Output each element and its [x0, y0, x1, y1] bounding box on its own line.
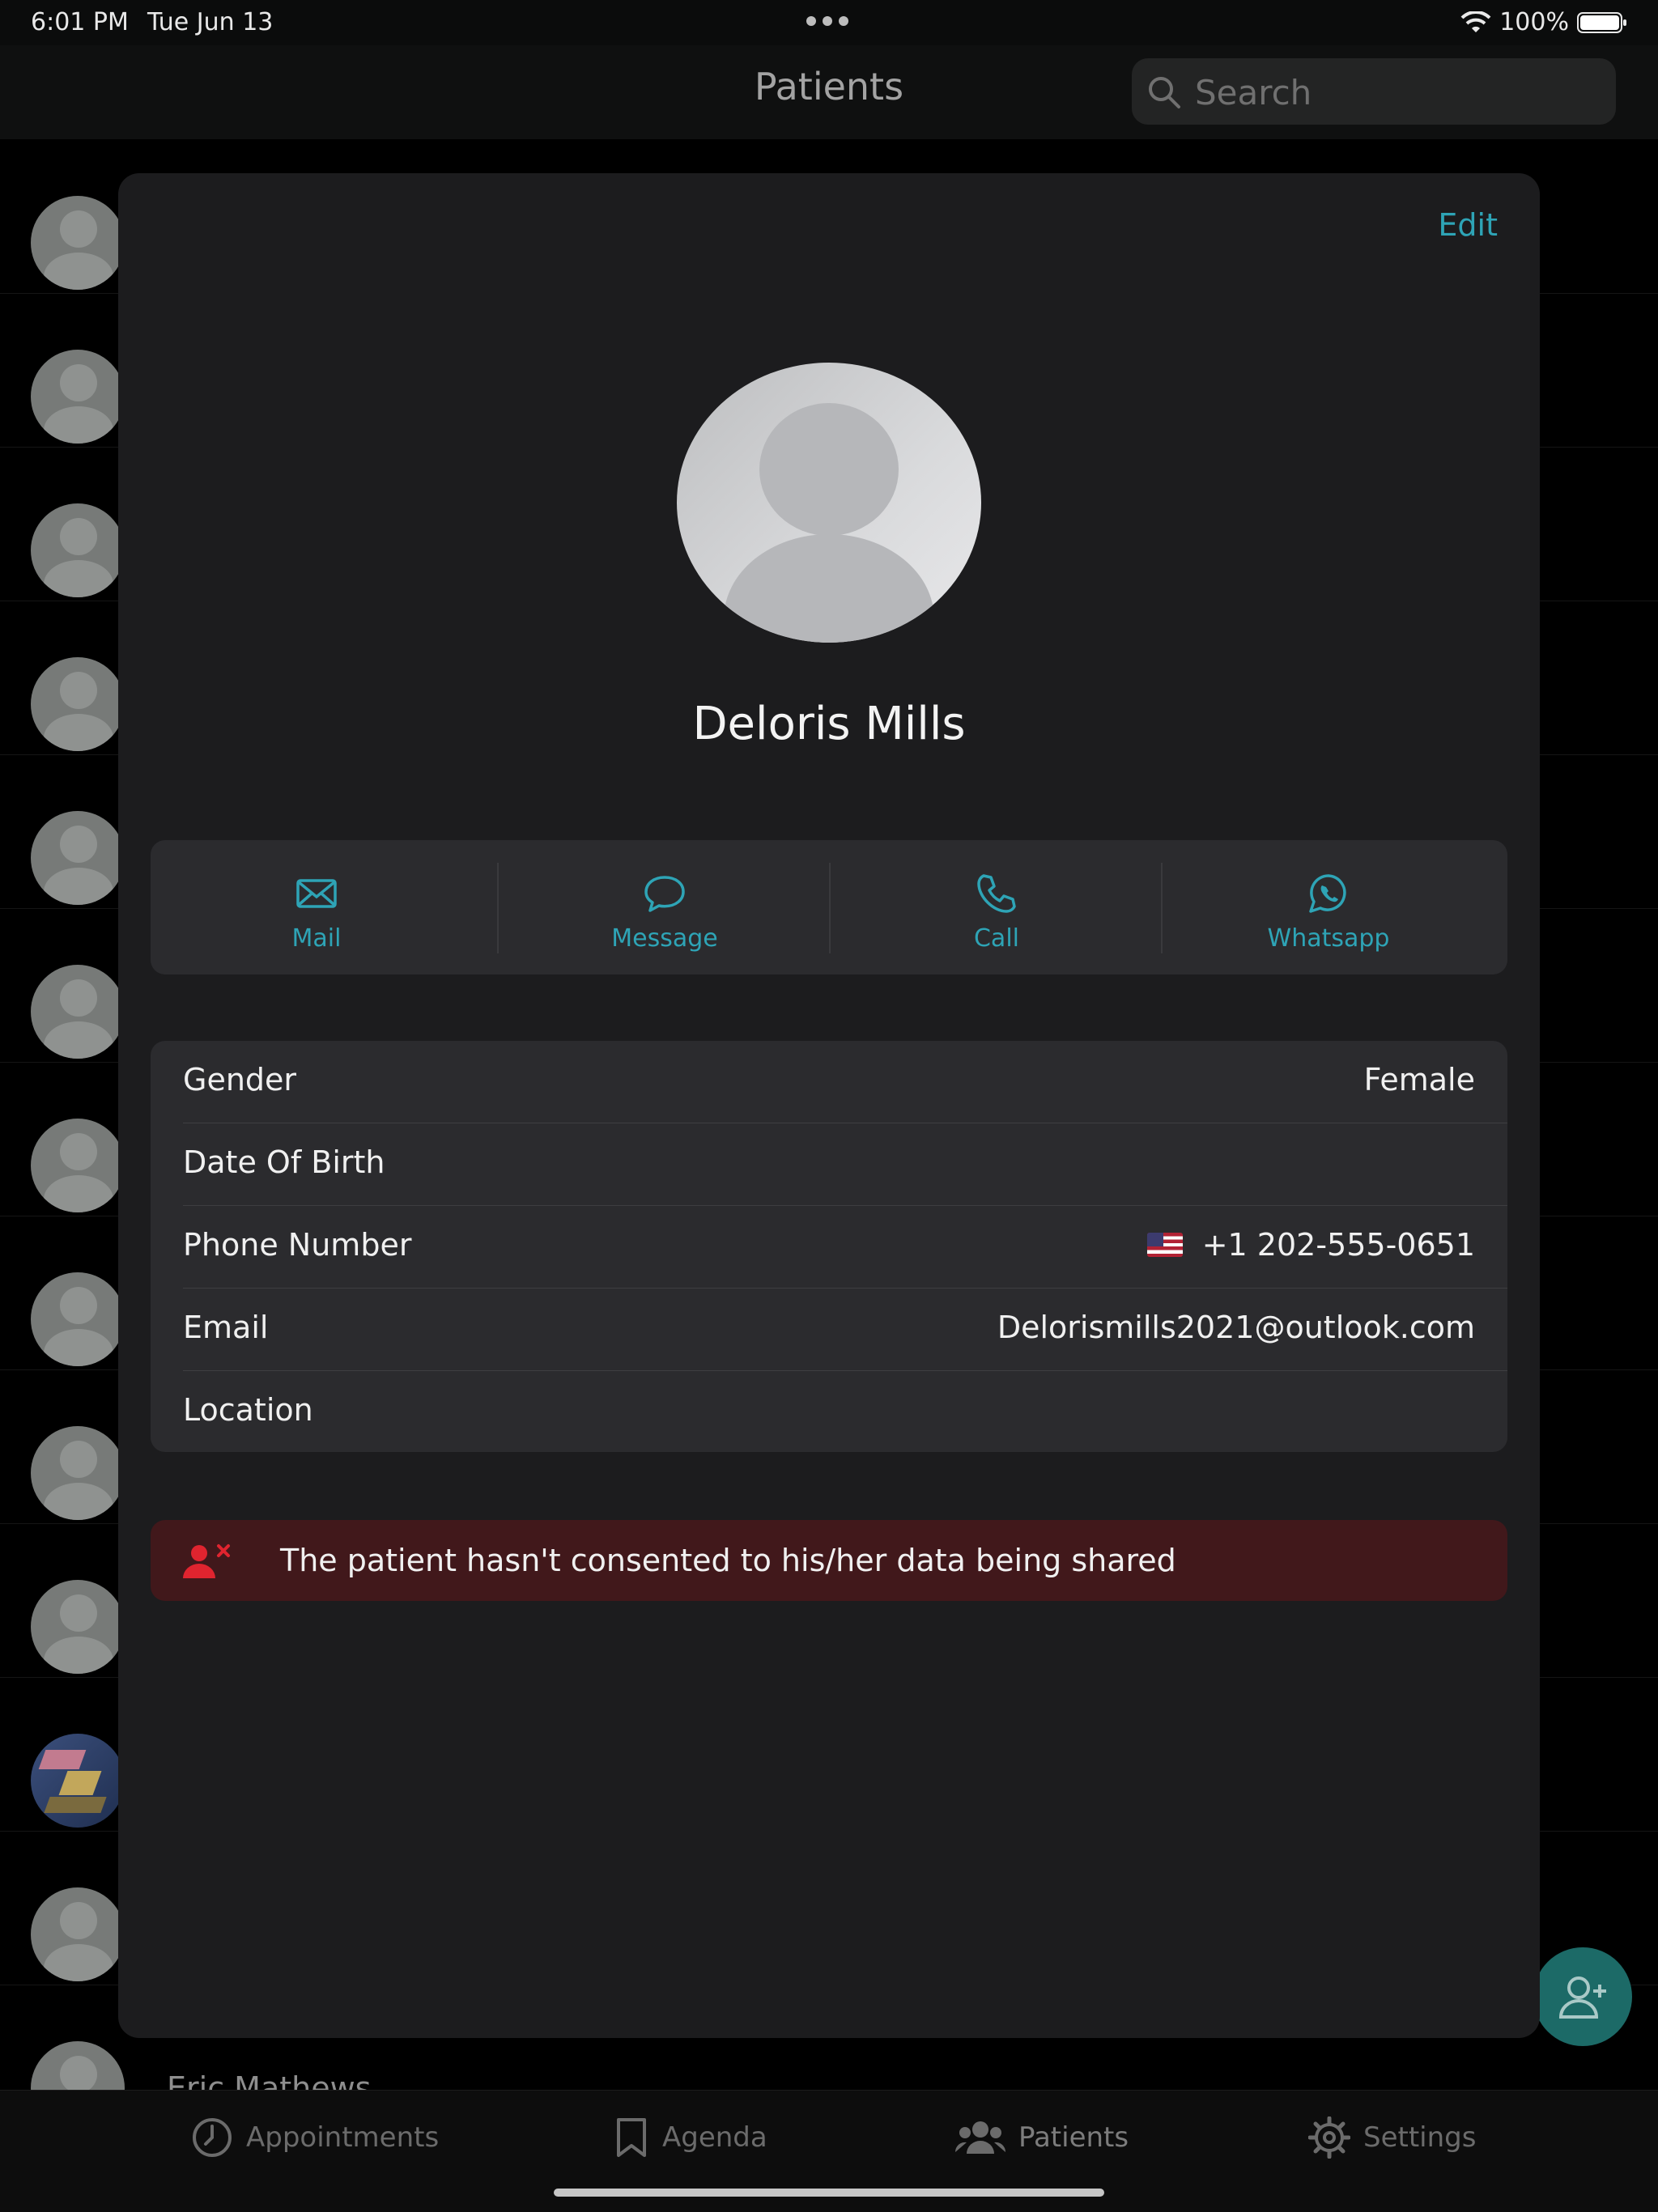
avatar: [31, 196, 125, 290]
avatar: [31, 1887, 125, 1981]
avatar: [31, 1272, 125, 1366]
action-label: Message: [611, 924, 718, 953]
avatar: [31, 1426, 125, 1520]
call-button[interactable]: Call: [831, 840, 1163, 974]
us-flag-icon: [1146, 1233, 1183, 1257]
status-time: 6:01 PM: [31, 8, 129, 36]
tab-settings[interactable]: Settings: [1308, 2113, 1476, 2162]
tab-label: Agenda: [662, 2121, 767, 2154]
gender-row: Gender Female: [151, 1041, 1507, 1123]
add-user-icon: [1558, 1976, 1606, 2019]
consent-warning-text: The patient hasn't consented to his/her …: [280, 1543, 1176, 1578]
gender-value-text: Female: [1363, 1062, 1475, 1098]
patient-info-card: Gender Female Date Of Birth Phone Number…: [151, 1041, 1507, 1452]
contact-actions: Mail Message Call Whatsapp: [151, 840, 1507, 974]
battery-icon: [1577, 11, 1627, 34]
status-bar: 6:01 PM Tue Jun 13 100%: [0, 0, 1658, 45]
email-label: Email: [183, 1310, 269, 1345]
dob-row[interactable]: Date Of Birth: [151, 1123, 1507, 1205]
avatar: [31, 657, 125, 751]
location-row[interactable]: Location: [151, 1371, 1507, 1452]
edit-button[interactable]: Edit: [1438, 207, 1498, 243]
action-label: Mail: [291, 924, 342, 953]
patient-name: Deloris Mills: [692, 698, 966, 750]
gender-value: Female: [1364, 1062, 1475, 1098]
avatar: [31, 1119, 125, 1212]
avatar: [31, 1580, 125, 1674]
whatsapp-icon: [1309, 874, 1346, 913]
user-blocked-icon: [183, 1544, 230, 1578]
tab-appointments[interactable]: Appointments: [191, 2113, 439, 2162]
phone-row[interactable]: Phone Number +1 202-555-0651: [151, 1206, 1507, 1288]
gear-icon: [1308, 2116, 1350, 2159]
avatar: [31, 350, 125, 444]
phone-icon: [977, 874, 1016, 913]
patient-detail-sheet: Edit Deloris Mills Mail Message Call Wha…: [118, 173, 1540, 2038]
location-label: Location: [183, 1392, 313, 1428]
add-patient-button[interactable]: [1533, 1947, 1632, 2046]
tab-agenda[interactable]: Agenda: [614, 2113, 767, 2162]
whatsapp-button[interactable]: Whatsapp: [1163, 840, 1494, 974]
tab-label: Settings: [1363, 2121, 1477, 2154]
multitasking-dots-icon[interactable]: [806, 16, 852, 28]
phone-label: Phone Number: [183, 1227, 412, 1263]
clock-icon: [193, 2118, 232, 2157]
tab-label: Appointments: [246, 2121, 440, 2154]
battery-percent: 100%: [1499, 8, 1569, 36]
action-label: Whatsapp: [1267, 924, 1390, 953]
tab-label: Patients: [1018, 2121, 1129, 2154]
search-box[interactable]: [1132, 58, 1616, 125]
phone-value: +1 202-555-0651: [1146, 1227, 1475, 1263]
gender-label: Gender: [183, 1062, 297, 1098]
people-icon: [955, 2121, 1005, 2154]
mail-icon: [296, 879, 337, 908]
tab-patients[interactable]: Patients: [955, 2113, 1129, 2162]
avatar: [31, 965, 125, 1059]
dob-label: Date Of Birth: [183, 1144, 385, 1180]
consent-warning: The patient hasn't consented to his/her …: [151, 1520, 1507, 1601]
avatar: [31, 1734, 125, 1828]
mail-button[interactable]: Mail: [151, 840, 483, 974]
action-label: Call: [973, 924, 1019, 953]
email-value: Delorismills2021@outlook.com: [997, 1310, 1475, 1345]
wifi-icon: [1460, 11, 1491, 34]
search-icon: [1149, 77, 1180, 108]
phone-number: +1 202-555-0651: [1201, 1227, 1475, 1263]
avatar: [31, 811, 125, 905]
message-button[interactable]: Message: [499, 840, 831, 974]
email-address: Delorismills2021@outlook.com: [997, 1310, 1475, 1345]
status-date: Tue Jun 13: [147, 8, 274, 36]
status-right: 100%: [1460, 8, 1627, 36]
avatar: [31, 503, 125, 597]
patient-avatar: [677, 363, 981, 643]
nav-bar: Patients: [0, 45, 1658, 139]
search-input[interactable]: [1193, 70, 1601, 115]
home-indicator[interactable]: [554, 2189, 1104, 2197]
bookmark-icon: [617, 2118, 646, 2157]
email-row[interactable]: Email Delorismills2021@outlook.com: [151, 1289, 1507, 1370]
message-icon: [644, 876, 685, 912]
